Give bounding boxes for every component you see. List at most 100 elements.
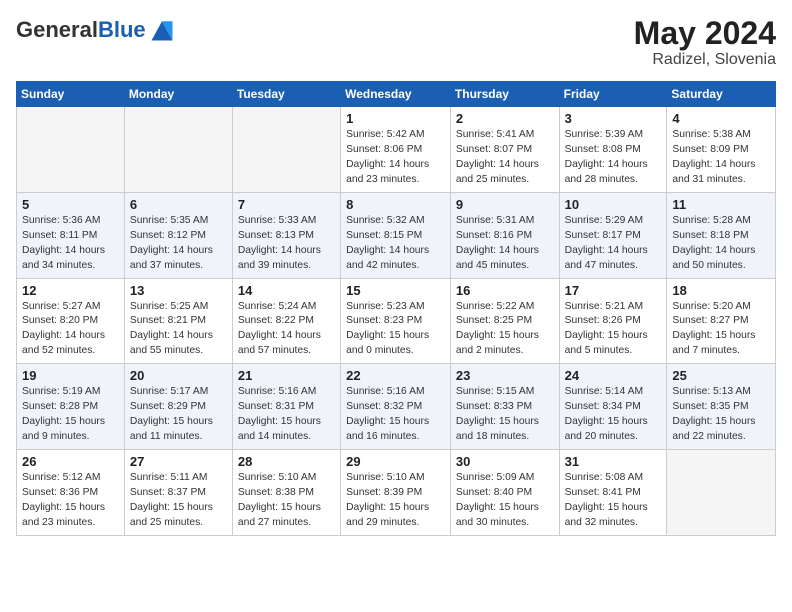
calendar-week-row: 1 Sunrise: 5:42 AMSunset: 8:06 PMDaylight… [17,107,776,193]
day-number: 23 [456,368,554,383]
calendar-day-cell [17,107,125,193]
day-number: 30 [456,454,554,469]
day-info: Sunrise: 5:13 AMSunset: 8:35 PMDaylight:… [672,385,770,445]
calendar-day-cell: 2Sunrise: 5:41 AMSunset: 8:07 PMDaylight… [450,107,559,193]
title-block: May 2024 Radizel, Slovenia [634,16,776,69]
day-number: 2 [456,111,554,126]
calendar-day-cell: 18Sunrise: 5:20 AMSunset: 8:27 PMDayligh… [667,278,776,364]
header-thursday: Thursday [450,82,559,107]
header-saturday: Saturday [667,82,776,107]
day-number: 13 [130,283,227,298]
calendar-day-cell: 6 Sunrise: 5:35 AMSunset: 8:12 PMDaylight… [124,192,232,278]
day-info: Sunrise: 5:19 AMSunset: 8:28 PMDaylight:… [22,385,119,445]
calendar-day-cell: 12Sunrise: 5:27 AMSunset: 8:20 PMDayligh… [17,278,125,364]
calendar-day-cell: 24 Sunrise: 5:14 AMSunset: 8:34 PMDayligh… [559,364,667,450]
calendar-day-cell: 8Sunrise: 5:32 AMSunset: 8:15 PMDaylight… [341,192,451,278]
day-number: 27 [130,454,227,469]
day-info: Sunrise: 5:42 AMSunset: 8:06 PMDaylight:… [346,128,445,188]
day-number: 31 [565,454,662,469]
calendar-day-cell: 17 Sunrise: 5:21 AMSunset: 8:26 PMDayligh… [559,278,667,364]
day-number: 17 [565,283,662,298]
calendar-day-cell: 20 Sunrise: 5:17 AMSunset: 8:29 PMDayligh… [124,364,232,450]
calendar-day-cell: 19Sunrise: 5:19 AMSunset: 8:28 PMDayligh… [17,364,125,450]
day-info: Sunrise: 5:17 AMSunset: 8:29 PMDaylight:… [130,385,227,445]
day-number: 12 [22,283,119,298]
calendar-day-cell: 15 Sunrise: 5:23 AMSunset: 8:23 PMDayligh… [341,278,451,364]
day-info: Sunrise: 5:12 AMSunset: 8:36 PMDaylight:… [22,471,119,531]
day-info: Sunrise: 5:16 AMSunset: 8:31 PMDaylight:… [238,385,335,445]
day-number: 21 [238,368,335,383]
calendar-day-cell: 7 Sunrise: 5:33 AMSunset: 8:13 PMDaylight… [232,192,340,278]
day-number: 1 [346,111,445,126]
day-number: 5 [22,197,119,212]
header-sunday: Sunday [17,82,125,107]
day-number: 16 [456,283,554,298]
day-info: Sunrise: 5:39 AMSunset: 8:08 PMDaylight:… [565,128,662,188]
calendar-day-cell [124,107,232,193]
header-friday: Friday [559,82,667,107]
day-number: 20 [130,368,227,383]
day-info: Sunrise: 5:23 AMSunset: 8:23 PMDaylight:… [346,300,445,360]
calendar-day-cell: 25 Sunrise: 5:13 AMSunset: 8:35 PMDayligh… [667,364,776,450]
day-info: Sunrise: 5:25 AMSunset: 8:21 PMDaylight:… [130,300,227,360]
calendar-day-cell: 23 Sunrise: 5:15 AMSunset: 8:33 PMDayligh… [450,364,559,450]
month-year: May 2024 [634,16,776,51]
day-number: 7 [238,197,335,212]
day-number: 15 [346,283,445,298]
day-number: 28 [238,454,335,469]
calendar-day-cell [667,449,776,535]
calendar-week-row: 5Sunrise: 5:36 AMSunset: 8:11 PMDaylight… [17,192,776,278]
header-wednesday: Wednesday [341,82,451,107]
page-header: GeneralBlue May 2024 Radizel, Slovenia [16,16,776,69]
calendar-day-cell: 28 Sunrise: 5:10 AMSunset: 8:38 PMDayligh… [232,449,340,535]
day-info: Sunrise: 5:16 AMSunset: 8:32 PMDaylight:… [346,385,445,445]
day-number: 29 [346,454,445,469]
day-info: Sunrise: 5:35 AMSunset: 8:12 PMDaylight:… [130,214,227,274]
logo: GeneralBlue [16,16,176,44]
logo-general-text: General [16,17,98,42]
calendar-day-cell: 21 Sunrise: 5:16 AMSunset: 8:31 PMDayligh… [232,364,340,450]
day-info: Sunrise: 5:33 AMSunset: 8:13 PMDaylight:… [238,214,335,274]
calendar-week-row: 26 Sunrise: 5:12 AMSunset: 8:36 PMDayligh… [17,449,776,535]
calendar-day-cell: 22Sunrise: 5:16 AMSunset: 8:32 PMDayligh… [341,364,451,450]
day-info: Sunrise: 5:20 AMSunset: 8:27 PMDaylight:… [672,300,770,360]
day-number: 26 [22,454,119,469]
calendar-day-cell: 1 Sunrise: 5:42 AMSunset: 8:06 PMDaylight… [341,107,451,193]
calendar-day-cell: 26 Sunrise: 5:12 AMSunset: 8:36 PMDayligh… [17,449,125,535]
day-info: Sunrise: 5:10 AMSunset: 8:38 PMDaylight:… [238,471,335,531]
calendar-day-cell [232,107,340,193]
day-number: 25 [672,368,770,383]
day-number: 10 [565,197,662,212]
day-info: Sunrise: 5:14 AMSunset: 8:34 PMDaylight:… [565,385,662,445]
day-number: 3 [565,111,662,126]
day-info: Sunrise: 5:22 AMSunset: 8:25 PMDaylight:… [456,300,554,360]
calendar-day-cell: 29 Sunrise: 5:10 AMSunset: 8:39 PMDayligh… [341,449,451,535]
calendar-table: Sunday Monday Tuesday Wednesday Thursday… [16,81,776,535]
day-info: Sunrise: 5:28 AMSunset: 8:18 PMDaylight:… [672,214,770,274]
day-number: 4 [672,111,770,126]
page-container: GeneralBlue May 2024 Radizel, Slovenia S… [0,0,792,544]
day-info: Sunrise: 5:15 AMSunset: 8:33 PMDaylight:… [456,385,554,445]
calendar-day-cell: 9Sunrise: 5:31 AMSunset: 8:16 PMDaylight… [450,192,559,278]
calendar-day-cell: 27Sunrise: 5:11 AMSunset: 8:37 PMDayligh… [124,449,232,535]
calendar-day-cell: 3 Sunrise: 5:39 AMSunset: 8:08 PMDaylight… [559,107,667,193]
day-info: Sunrise: 5:10 AMSunset: 8:39 PMDaylight:… [346,471,445,531]
day-number: 8 [346,197,445,212]
calendar-day-cell: 4Sunrise: 5:38 AMSunset: 8:09 PMDaylight… [667,107,776,193]
day-number: 14 [238,283,335,298]
day-number: 6 [130,197,227,212]
calendar-day-cell: 30Sunrise: 5:09 AMSunset: 8:40 PMDayligh… [450,449,559,535]
day-number: 24 [565,368,662,383]
day-info: Sunrise: 5:24 AMSunset: 8:22 PMDaylight:… [238,300,335,360]
calendar-day-cell: 11Sunrise: 5:28 AMSunset: 8:18 PMDayligh… [667,192,776,278]
calendar-day-cell: 14 Sunrise: 5:24 AMSunset: 8:22 PMDayligh… [232,278,340,364]
calendar-day-cell: 16 Sunrise: 5:22 AMSunset: 8:25 PMDayligh… [450,278,559,364]
day-info: Sunrise: 5:21 AMSunset: 8:26 PMDaylight:… [565,300,662,360]
calendar-day-cell: 13 Sunrise: 5:25 AMSunset: 8:21 PMDayligh… [124,278,232,364]
day-info: Sunrise: 5:29 AMSunset: 8:17 PMDaylight:… [565,214,662,274]
location: Radizel, Slovenia [634,51,776,69]
logo-blue-text: Blue [98,17,146,42]
calendar-week-row: 12Sunrise: 5:27 AMSunset: 8:20 PMDayligh… [17,278,776,364]
calendar-week-row: 19Sunrise: 5:19 AMSunset: 8:28 PMDayligh… [17,364,776,450]
logo-icon [148,16,176,44]
